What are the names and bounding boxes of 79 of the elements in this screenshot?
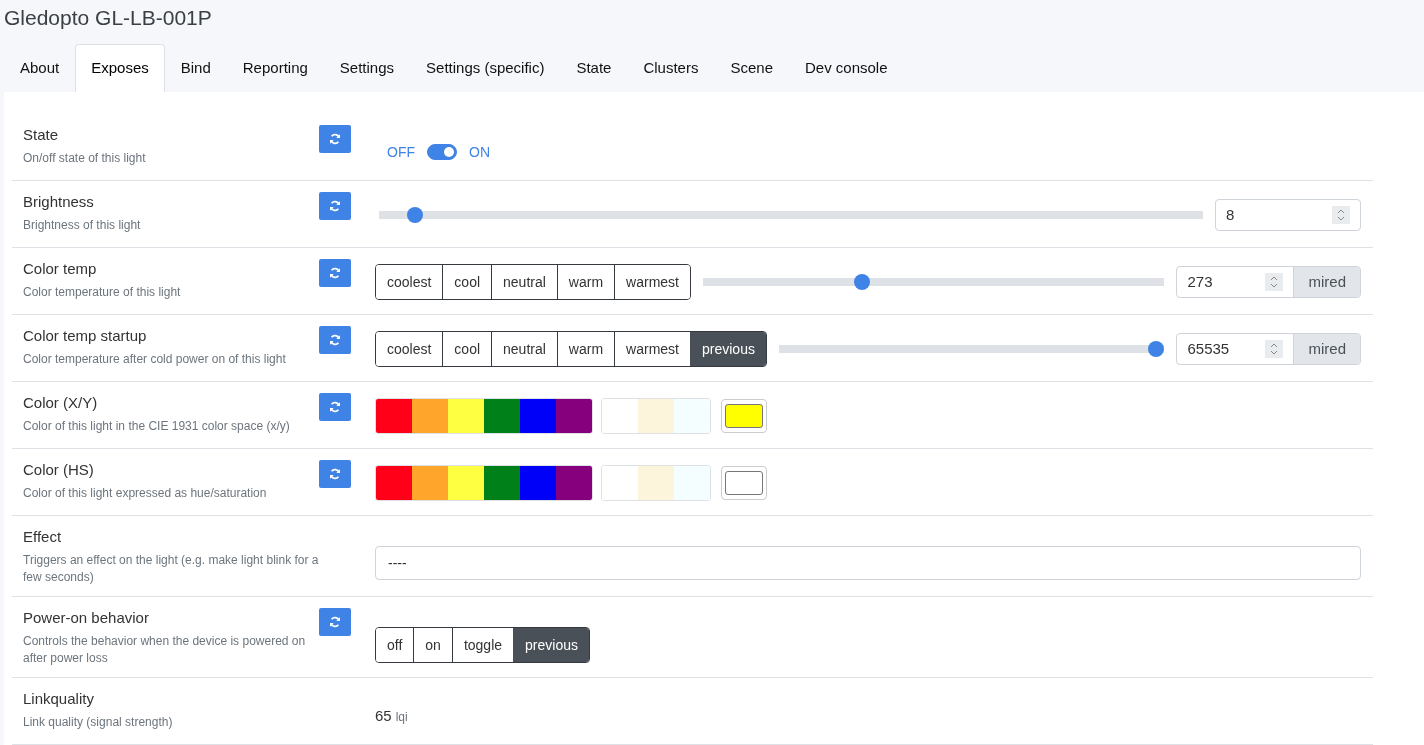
toggle-switch[interactable] bbox=[427, 143, 457, 160]
color-swatch[interactable] bbox=[556, 398, 592, 433]
option-button[interactable]: previous bbox=[513, 627, 589, 662]
field-description: Triggers an effect on the light (e.g. make light blink for a few seconds) bbox=[23, 552, 320, 586]
field-description: Color temperature of this light bbox=[23, 284, 182, 301]
refresh-button[interactable] bbox=[319, 393, 351, 421]
refresh-icon bbox=[329, 401, 341, 413]
tab[interactable]: Settings (specific) bbox=[410, 44, 561, 92]
field-name: Color (HS) bbox=[23, 461, 95, 478]
color-swatch[interactable] bbox=[448, 398, 484, 433]
field-description: Link quality (signal strength) bbox=[23, 714, 174, 731]
tab[interactable]: Clusters bbox=[627, 44, 715, 92]
field-name: Effect bbox=[23, 528, 63, 545]
slider-thumb[interactable] bbox=[1148, 340, 1165, 357]
spinner-icon bbox=[1265, 272, 1284, 291]
color-swatch[interactable] bbox=[412, 398, 448, 433]
color-swatch[interactable] bbox=[412, 465, 448, 500]
refresh-button[interactable] bbox=[319, 460, 351, 488]
field-name: Power-on behavior bbox=[23, 609, 150, 626]
field-description: On/off state of this light bbox=[23, 150, 147, 167]
refresh-button[interactable] bbox=[319, 259, 351, 287]
spinner-icon bbox=[1332, 205, 1350, 224]
slider-thumb[interactable] bbox=[407, 206, 424, 223]
refresh-button[interactable] bbox=[319, 326, 351, 354]
on-label: ON bbox=[469, 143, 490, 160]
field-name: Linkquality bbox=[23, 690, 95, 707]
off-label: OFF bbox=[387, 143, 415, 160]
refresh-icon bbox=[329, 200, 341, 212]
color-swatch[interactable] bbox=[674, 398, 710, 433]
refresh-icon bbox=[329, 468, 341, 480]
field-description: Controls the behavior when the device is powered on after power loss bbox=[23, 633, 307, 667]
unit-label: mired bbox=[1293, 333, 1360, 364]
color-swatch[interactable] bbox=[638, 465, 674, 500]
field-description: Color of this light in the CIE 1931 color space (x/y) bbox=[23, 418, 291, 435]
tab[interactable]: Scene bbox=[714, 44, 789, 92]
field-name: Brightness bbox=[23, 193, 95, 210]
color-swatch[interactable] bbox=[556, 465, 592, 500]
refresh-button[interactable] bbox=[319, 608, 351, 636]
option-button[interactable]: warmest bbox=[614, 264, 690, 299]
tab[interactable]: State bbox=[560, 44, 628, 92]
field-name: Color temp bbox=[23, 260, 98, 277]
color-swatch[interactable] bbox=[520, 398, 556, 433]
color-swatch[interactable] bbox=[638, 398, 674, 433]
number-field[interactable]: 8 bbox=[1215, 198, 1361, 231]
field-name: State bbox=[23, 126, 60, 143]
tab[interactable]: Dev console bbox=[789, 44, 904, 92]
number-field[interactable]: 65535 mired bbox=[1176, 332, 1361, 365]
tab[interactable]: About bbox=[4, 44, 76, 92]
unit-label: mired bbox=[1293, 266, 1360, 297]
effect-select[interactable]: ---- bbox=[375, 545, 1361, 580]
color-swatch[interactable] bbox=[484, 465, 520, 500]
color-swatch[interactable] bbox=[520, 465, 556, 500]
field-name: Color (X/Y) bbox=[23, 394, 99, 411]
color-swatch[interactable] bbox=[376, 465, 412, 500]
refresh-icon bbox=[329, 616, 341, 628]
option-button[interactable]: previous bbox=[690, 331, 766, 366]
reading-value: 65 bbox=[375, 707, 392, 724]
tab[interactable]: Settings bbox=[323, 44, 411, 92]
field-description: Color temperature after cold power on of this light bbox=[23, 351, 287, 368]
refresh-icon bbox=[329, 267, 341, 279]
tab[interactable]: Bind bbox=[164, 44, 227, 92]
field-description: Color of this light expressed as hue/saturation bbox=[23, 485, 268, 502]
refresh-button[interactable] bbox=[319, 192, 351, 220]
color-swatch[interactable] bbox=[448, 465, 484, 500]
refresh-icon bbox=[329, 334, 341, 346]
refresh-icon bbox=[329, 133, 341, 145]
page-title: Gledopto GL-LB-001P bbox=[3, 5, 213, 31]
field-description: Brightness of this light bbox=[23, 217, 142, 234]
spinner-icon bbox=[1265, 339, 1284, 358]
reading-unit: lqi bbox=[395, 710, 408, 724]
color-swatch[interactable] bbox=[376, 398, 412, 433]
tab[interactable]: Exposes bbox=[75, 44, 165, 92]
tab[interactable]: Reporting bbox=[226, 44, 324, 92]
slider-thumb[interactable] bbox=[854, 273, 871, 290]
number-field[interactable]: 273 mired bbox=[1176, 265, 1361, 298]
color-swatch[interactable] bbox=[674, 465, 710, 500]
field-name: Color temp startup bbox=[23, 327, 148, 344]
color-swatch[interactable] bbox=[484, 398, 520, 433]
refresh-button[interactable] bbox=[319, 125, 351, 153]
